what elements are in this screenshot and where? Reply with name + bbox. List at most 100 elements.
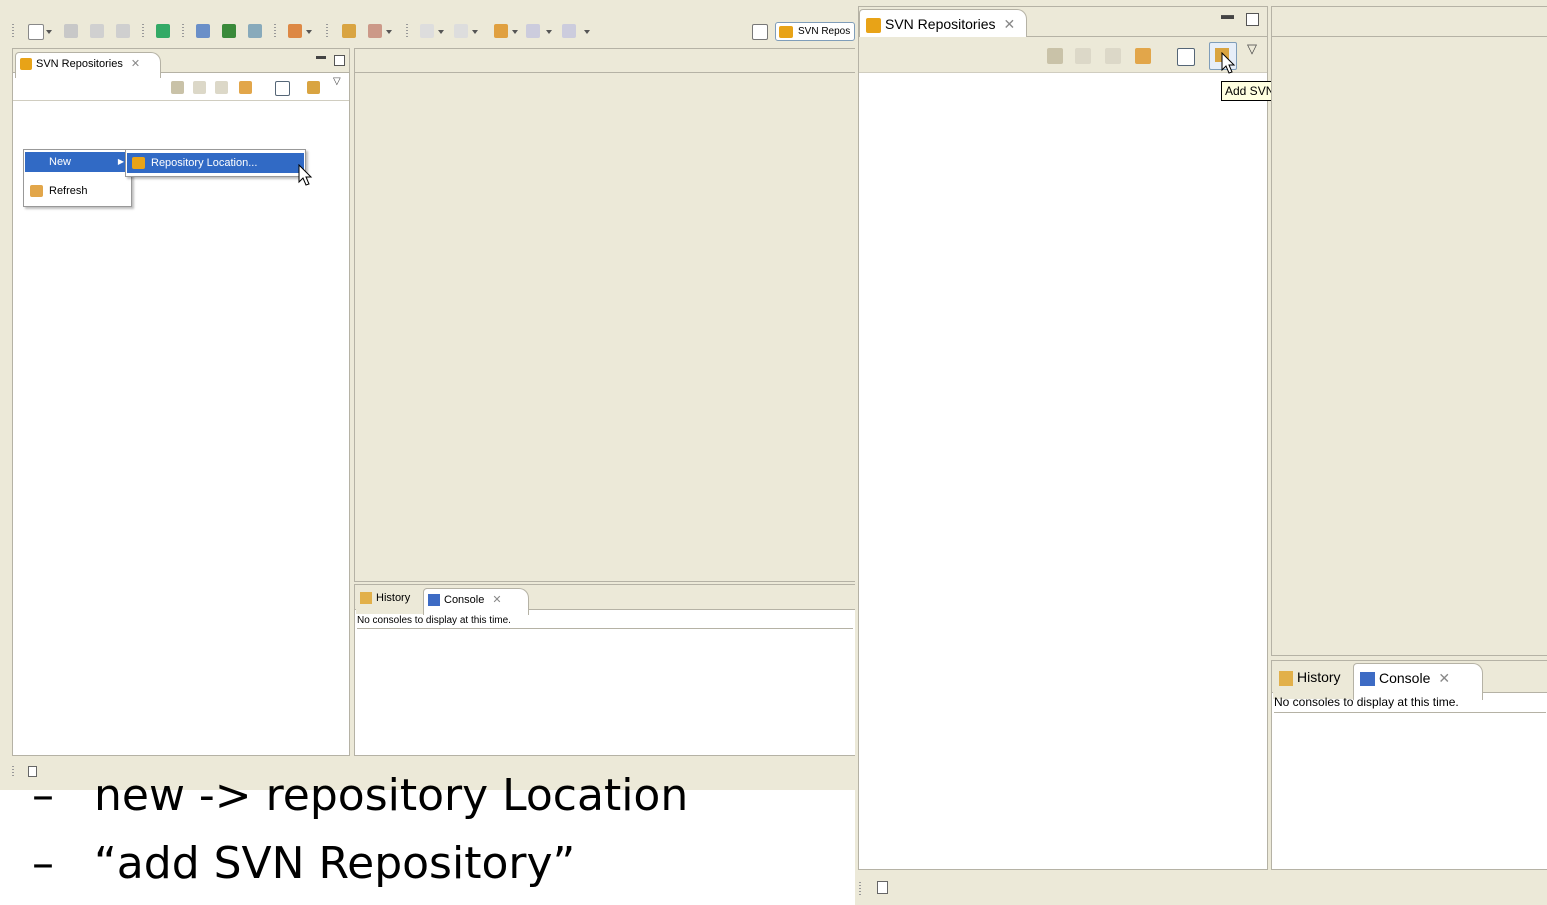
svn-repo-icon xyxy=(132,157,145,169)
svn-repo-icon xyxy=(20,58,32,71)
minimize-icon[interactable]: ▬ xyxy=(316,51,326,62)
console-view: History Console ✕ No consoles to display … xyxy=(1271,660,1547,870)
toolbar-grip xyxy=(406,24,408,38)
perspective-label: SVN Repos xyxy=(798,26,851,37)
console-icon xyxy=(1360,672,1375,687)
print-icon[interactable] xyxy=(116,24,130,38)
history-icon xyxy=(1279,670,1293,686)
svn-repositories-view: SVN Repositories ✕ ▬ ▽ xyxy=(858,6,1268,870)
close-icon[interactable]: ✕ xyxy=(1438,670,1450,686)
new-file-icon[interactable] xyxy=(28,24,44,40)
tab-history[interactable]: History xyxy=(356,588,427,614)
tab-label: Console xyxy=(444,594,485,606)
debug-icon[interactable] xyxy=(288,24,302,38)
bullet-text: new -> repository Location xyxy=(94,770,689,821)
maximize-icon[interactable] xyxy=(1246,13,1259,26)
bullet-item: – “add SVN Repository” xyxy=(32,838,575,889)
refresh-icon[interactable] xyxy=(1135,48,1151,64)
toolbar-grip xyxy=(859,882,861,896)
collapse-all-icon[interactable] xyxy=(275,81,290,96)
view-tab-bar: History Console ✕ xyxy=(1272,661,1547,700)
chevron-down-icon[interactable] xyxy=(438,30,444,34)
mouse-cursor-icon xyxy=(1221,52,1236,74)
open-type-icon[interactable] xyxy=(342,24,356,38)
chevron-down-icon[interactable] xyxy=(386,30,392,34)
menu-item-new[interactable]: New ▶ xyxy=(25,152,130,172)
next-annotation-icon[interactable] xyxy=(420,24,434,38)
home-icon[interactable] xyxy=(1047,48,1063,64)
menu-item-label: Repository Location... xyxy=(151,157,258,169)
editor-tab-bar xyxy=(1272,7,1547,37)
editor-tab-bar xyxy=(355,49,855,73)
view-menu-icon[interactable]: ▽ xyxy=(1247,41,1257,57)
chevron-down-icon[interactable] xyxy=(584,30,590,34)
chevron-down-icon[interactable] xyxy=(472,30,478,34)
save-all-icon[interactable] xyxy=(90,24,104,38)
view-toolbar: ▽ xyxy=(859,37,1267,73)
status-bar xyxy=(855,872,1547,905)
view-menu-icon[interactable]: ▽ xyxy=(333,76,341,87)
chevron-down-icon[interactable] xyxy=(46,30,52,34)
mouse-cursor-icon xyxy=(298,164,313,186)
chevron-down-icon[interactable] xyxy=(546,30,552,34)
bullet-text: “add SVN Repository” xyxy=(94,838,576,889)
bullet-dash: – xyxy=(32,838,54,889)
editor-area xyxy=(1271,6,1547,656)
bullet-dash: – xyxy=(32,770,54,821)
svn-repo-icon xyxy=(866,17,881,33)
view-tab-bar: SVN Repositories ✕ ▬ xyxy=(859,7,1267,44)
new-wizard-icon[interactable] xyxy=(877,881,888,894)
bullet-item: – new -> repository Location xyxy=(32,770,688,821)
package-icon[interactable] xyxy=(196,24,210,38)
open-perspective-icon[interactable] xyxy=(752,24,768,40)
java-class-icon[interactable] xyxy=(222,24,236,38)
new-interface-icon[interactable] xyxy=(248,24,262,38)
close-icon[interactable]: ✕ xyxy=(492,594,501,606)
tab-label: SVN Repositories xyxy=(885,16,996,32)
history-icon xyxy=(360,592,372,605)
main-toolbar xyxy=(0,14,855,48)
tab-label: SVN Repositories xyxy=(36,58,123,70)
menu-item-label: New xyxy=(49,156,72,168)
last-edit-icon[interactable] xyxy=(494,24,508,38)
left-eclipse-screenshot: SVN Repos SVN Repositories ✕ ▬ ▽ New ▶ R… xyxy=(0,0,855,790)
toolbar-grip xyxy=(274,24,276,38)
toolbar-grip xyxy=(326,24,328,38)
maximize-icon[interactable] xyxy=(334,55,345,66)
save-icon[interactable] xyxy=(64,24,78,38)
submenu-arrow-icon: ▶ xyxy=(117,157,124,166)
toolbar-grip xyxy=(12,24,14,38)
chevron-down-icon[interactable] xyxy=(306,30,312,34)
collapse-all-icon[interactable] xyxy=(1177,48,1195,66)
chevron-down-icon[interactable] xyxy=(512,30,518,34)
search-icon[interactable] xyxy=(368,24,382,38)
menu-item-refresh[interactable]: Refresh xyxy=(25,181,130,201)
toolbar-grip xyxy=(142,24,144,38)
close-icon[interactable]: ✕ xyxy=(1004,16,1016,32)
back-arrow-icon[interactable] xyxy=(526,24,540,38)
prev-annotation-icon[interactable] xyxy=(454,24,468,38)
menu-item-repository-location[interactable]: Repository Location... xyxy=(127,153,304,173)
back-arrow-icon[interactable] xyxy=(1075,48,1091,64)
back-arrow-icon[interactable] xyxy=(193,81,206,94)
context-menu: New ▶ Refresh xyxy=(23,149,132,207)
refresh-icon xyxy=(30,185,43,197)
forward-arrow-icon[interactable] xyxy=(1105,48,1121,64)
tab-label: History xyxy=(376,592,411,604)
editor-area xyxy=(354,48,855,582)
forward-arrow-icon[interactable] xyxy=(215,81,228,94)
close-icon[interactable]: ✕ xyxy=(131,58,140,70)
console-message: No consoles to display at this time. xyxy=(357,615,853,629)
tab-console[interactable]: Console ✕ xyxy=(423,588,529,615)
add-repository-icon[interactable] xyxy=(307,81,320,94)
right-eclipse-screenshot: SVN Repositories✕ ▬ ▽ Add SVN Repository xyxy=(855,0,1547,905)
home-icon[interactable] xyxy=(171,81,184,94)
forward-arrow-icon[interactable] xyxy=(562,24,576,38)
menu-item-label: Refresh xyxy=(49,185,88,197)
svn-perspective-button[interactable]: SVN Repos xyxy=(775,22,855,41)
view-tab-bar: History Console ✕ xyxy=(355,585,855,615)
minimize-icon[interactable]: ▬ xyxy=(1221,7,1234,22)
refresh-icon[interactable] xyxy=(239,81,252,94)
tab-history[interactable]: History xyxy=(1273,663,1358,699)
download-icon[interactable] xyxy=(156,24,170,38)
